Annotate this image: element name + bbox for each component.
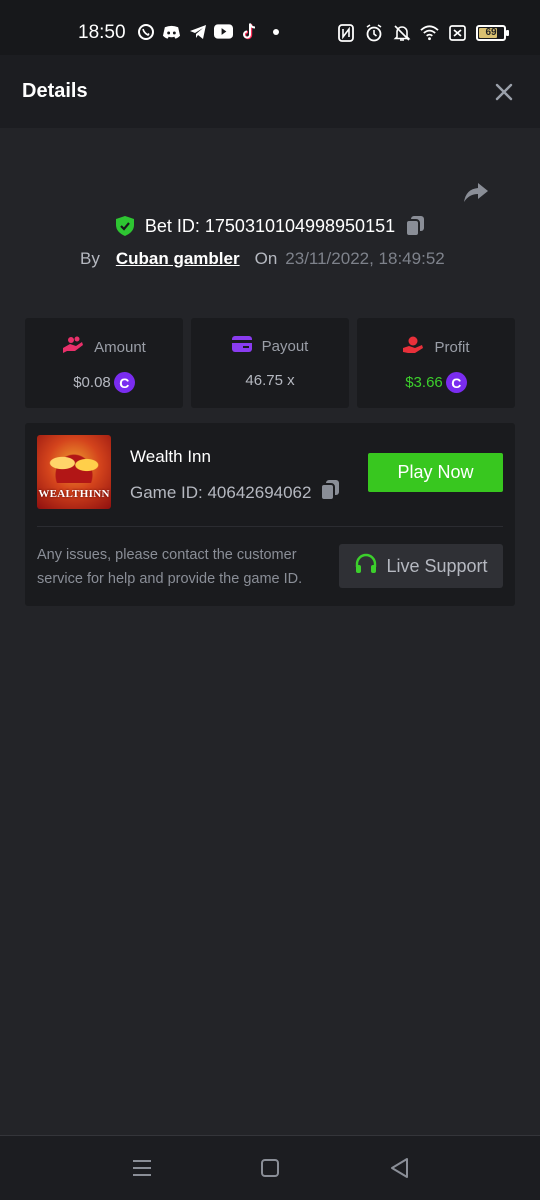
copy-game-id-icon[interactable] — [320, 479, 340, 506]
username-link[interactable]: Cuban gambler — [116, 249, 240, 269]
bet-id-row: Bet ID: 1750310104998950151 — [0, 215, 540, 237]
dot-icon — [266, 22, 285, 41]
wifi-icon — [420, 23, 439, 42]
payout-value: 46.75 x — [245, 372, 295, 389]
game-card: WEALTHINN Wealth Inn Game ID: 4064269406… — [25, 423, 515, 606]
telegram-icon — [188, 22, 207, 41]
tiktok-icon — [240, 22, 259, 41]
alarm-icon — [364, 23, 383, 42]
copy-bet-id-icon[interactable] — [405, 215, 425, 237]
system-nav-bar — [0, 1135, 540, 1200]
profit-value: $3.66 — [405, 374, 443, 391]
game-id: Game ID: 40642694062 — [130, 482, 312, 502]
whatsapp-icon — [136, 22, 155, 41]
youtube-icon — [214, 22, 233, 41]
close-icon[interactable] — [492, 80, 516, 104]
live-support-button[interactable]: Live Support — [339, 544, 503, 588]
live-support-label: Live Support — [386, 555, 488, 576]
money-hand-icon — [402, 336, 424, 358]
discord-icon — [162, 22, 181, 41]
bet-date: 23/11/2022, 18:49:52 — [285, 249, 445, 268]
profit-card: Profit $3.66 C — [357, 318, 515, 408]
amount-label: Amount — [94, 338, 146, 356]
bet-author-row: By Cuban gambler On 23/11/2022, 18:49:52 — [80, 249, 445, 269]
shield-check-icon — [115, 215, 135, 237]
menu-icon[interactable] — [130, 1156, 154, 1180]
notification-icons — [136, 22, 285, 41]
profit-label: Profit — [434, 338, 470, 356]
game-thumbnail[interactable]: WEALTHINN — [37, 435, 111, 509]
headset-icon — [354, 552, 378, 581]
amount-card: Amount $0.08 C — [25, 318, 183, 408]
battery-level: 69 — [485, 27, 497, 38]
status-bar: 18:50 69 — [0, 0, 540, 55]
on-label: On — [254, 249, 278, 268]
status-time: 18:50 — [78, 22, 126, 43]
help-text: Any issues, please contact the customer … — [37, 547, 303, 587]
bell-off-icon — [392, 23, 411, 42]
divider — [37, 526, 503, 527]
card-icon — [231, 336, 252, 356]
coins-hand-icon — [62, 336, 84, 358]
payout-label: Payout — [261, 337, 309, 355]
bet-stats: Amount $0.08 C Payout 46.75 x Profit $3.… — [25, 318, 515, 408]
system-icons: 69 — [336, 23, 509, 42]
game-name: Wealth Inn — [130, 447, 211, 466]
play-now-button[interactable]: Play Now — [368, 453, 503, 492]
coin-icon: C — [445, 372, 467, 393]
game-id-row: Game ID: 40642694062 — [130, 479, 340, 506]
page-title: Details — [22, 80, 88, 102]
amount-value: $0.08 — [73, 374, 111, 391]
details-header: Details — [0, 55, 540, 128]
payout-card: Payout 46.75 x — [191, 318, 349, 408]
coin-icon: C — [113, 372, 135, 393]
home-icon[interactable] — [258, 1156, 282, 1180]
bet-id: Bet ID: 1750310104998950151 — [144, 215, 396, 236]
sim-off-icon — [448, 23, 467, 42]
nfc-icon — [336, 23, 355, 42]
by-label: By — [80, 249, 100, 268]
share-icon[interactable] — [462, 178, 490, 206]
battery-icon: 69 — [476, 24, 509, 41]
game-thumbnail-logo: WEALTHINN — [38, 488, 110, 500]
back-icon[interactable] — [388, 1156, 412, 1180]
